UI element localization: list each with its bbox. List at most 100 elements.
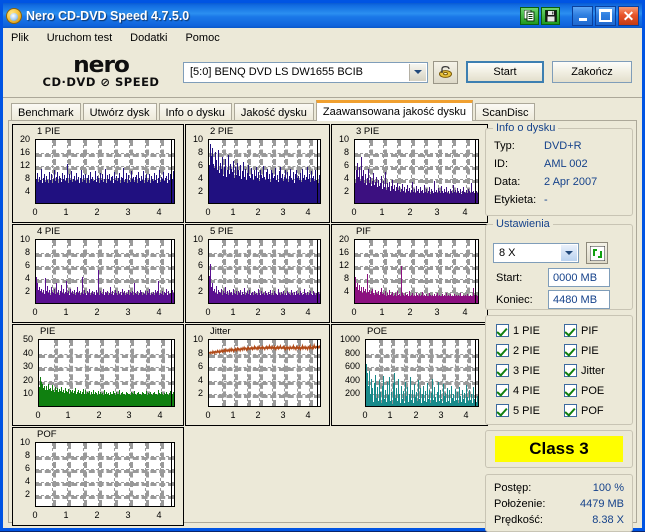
x-tick-label: 1	[63, 307, 69, 317]
checkbox-poe[interactable]: POE	[564, 384, 604, 397]
x-tick-label: 4	[463, 410, 469, 420]
y-tick-label: 4	[197, 375, 203, 385]
plot-area	[208, 239, 321, 304]
x-tick-label: 2	[96, 410, 102, 420]
chart-title: PIF	[356, 226, 371, 237]
title-bar: Nero CD-DVD Speed 4.7.5.0 ✕	[3, 3, 642, 28]
scan-end-marker	[317, 140, 318, 203]
gridline-v	[52, 443, 56, 506]
x-tick-label: 3	[280, 207, 286, 217]
y-tick-label: 10	[192, 234, 203, 244]
tab-scandisc[interactable]: ScanDisc	[474, 103, 536, 121]
tab-info-o-dysku[interactable]: Info o dysku	[158, 103, 232, 121]
save-icon[interactable]	[541, 6, 560, 25]
maximize-button[interactable]	[595, 5, 616, 26]
checkbox-4-pie[interactable]: 4 PIE	[496, 384, 540, 397]
start-button[interactable]: Start	[466, 61, 544, 83]
x-tick-label: 1	[387, 410, 393, 420]
y-tick-label: 12	[338, 260, 349, 270]
checkbox-5-pie[interactable]: 5 PIE	[496, 404, 540, 417]
checkbox-2-pie[interactable]: 2 PIE	[496, 344, 540, 357]
gridline-h	[36, 482, 174, 486]
checkbox-1-pie[interactable]: 1 PIE	[496, 324, 540, 337]
checkbox-box	[564, 324, 577, 337]
x-tick-label: 1	[379, 307, 385, 317]
menu-item-uruchom-test[interactable]: Uruchom test	[47, 31, 121, 45]
x-tick-label: 0	[351, 207, 357, 217]
checkbox-3-pie[interactable]: 3 PIE	[496, 364, 540, 377]
line-series	[209, 342, 320, 356]
x-tick-label: 4	[462, 207, 468, 217]
menu-item-dodatki[interactable]: Dodatki	[130, 31, 176, 45]
gridline-v	[129, 443, 133, 506]
menu-item-plik[interactable]: Plik	[11, 31, 38, 45]
tab-zaawansowana-jakosc-dysku[interactable]: Zaawansowana jakość dysku	[315, 100, 473, 121]
y-tick-label: 4	[24, 476, 30, 486]
gridline-v	[83, 443, 87, 506]
minimize-button[interactable]	[572, 5, 593, 26]
bar-series	[209, 140, 320, 203]
x-tick-label: 0	[205, 307, 211, 317]
y-tick-label: 10	[192, 134, 203, 144]
y-tick-label: 10	[192, 334, 203, 344]
checkbox-jitter[interactable]: Jitter	[564, 364, 605, 377]
chart-title: 3 PIE	[356, 126, 380, 137]
exit-button[interactable]: Zakończ	[552, 61, 632, 83]
y-tick-label: 8	[24, 450, 30, 460]
chart-title: 5 PIE	[210, 226, 234, 237]
x-tick-label: 1	[63, 207, 69, 217]
end-field[interactable]: 4480 MB	[548, 290, 610, 309]
x-tick-label: 1	[230, 410, 236, 420]
checkbox-label: POE	[581, 384, 605, 397]
x-tick-label: 1	[379, 207, 385, 217]
checkbox-pof[interactable]: POF	[564, 404, 604, 417]
drive-select[interactable]: [5:0] BENQ DVD LS DW1655 BCIB	[183, 61, 428, 83]
menu-bar: Plik Uruchom test Dodatki Pomoc	[3, 28, 642, 47]
refresh-button[interactable]	[586, 242, 608, 264]
x-tick-label: 3	[125, 510, 131, 520]
chart-poe: POE 200 400 600 800 1000 0 1 2 3 4	[331, 324, 488, 426]
class-badge: Class 3	[495, 436, 623, 462]
x-tick-label: 2	[94, 307, 100, 317]
plot-area	[35, 139, 175, 204]
tab-jakosc-dysku[interactable]: Jakość dysku	[233, 103, 314, 121]
x-tick-label: 4	[157, 410, 163, 420]
tab-benchmark[interactable]: Benchmark	[11, 103, 81, 121]
speed-value: 8.38 X	[592, 514, 624, 526]
tab-utworz-dysk[interactable]: Utwórz dysk	[82, 103, 157, 121]
chevron-down-icon[interactable]	[561, 245, 577, 261]
y-tick-label: 10	[19, 234, 30, 244]
chart-title: Jitter	[210, 326, 231, 337]
gridline-h	[36, 456, 174, 460]
progress-label: Postęp:	[494, 482, 532, 494]
checkbox-box	[564, 384, 577, 397]
content-panel: 1 PIE 4 8 12 16 20 0 1 2 3 4 2 PIE 2 4 6 8 10 0 1 2 3 4 3 PIE 2…	[8, 120, 637, 532]
y-tick-label: 2	[197, 388, 203, 398]
chevron-down-icon[interactable]	[409, 63, 426, 81]
y-tick-label: 8	[24, 247, 30, 257]
speed-select[interactable]: 8 X	[493, 243, 579, 263]
y-tick-label: 6	[197, 260, 203, 270]
start-field[interactable]: 0000 MB	[548, 268, 610, 287]
x-tick-label: 4	[156, 207, 162, 217]
plot-area	[35, 239, 175, 304]
checkbox-label: 5 PIE	[513, 404, 540, 417]
checkbox-label: Jitter	[581, 364, 605, 377]
close-button[interactable]: ✕	[618, 5, 639, 26]
eject-disc-icon	[439, 65, 452, 78]
checkbox-pif[interactable]: PIF	[564, 324, 598, 337]
checkbox-pie[interactable]: PIE	[564, 344, 599, 357]
checkbox-box	[496, 384, 509, 397]
y-tick-label: 16	[338, 247, 349, 257]
y-tick-label: 2	[24, 489, 30, 499]
x-tick-label: 1	[63, 510, 69, 520]
menu-item-pomoc[interactable]: Pomoc	[185, 31, 228, 45]
x-tick-label: 0	[205, 207, 211, 217]
copy-icon[interactable]	[520, 6, 539, 25]
eject-button[interactable]	[433, 60, 458, 84]
y-tick-label: 10	[338, 134, 349, 144]
y-tick-label: 4	[343, 286, 349, 296]
y-tick-label: 2	[197, 286, 203, 296]
checkbox-box	[564, 404, 577, 417]
y-tick-label: 600	[344, 361, 360, 371]
